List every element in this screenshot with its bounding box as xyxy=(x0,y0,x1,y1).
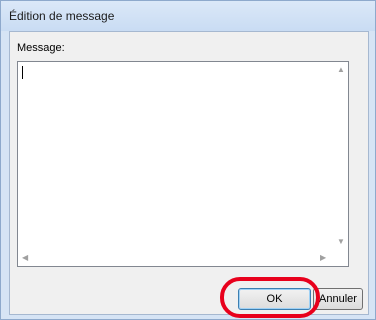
scrollbar-corner xyxy=(332,250,348,266)
scroll-left-icon[interactable]: ◀ xyxy=(22,254,28,262)
ok-button[interactable]: OK xyxy=(238,288,311,310)
title-bar[interactable]: Édition de message xyxy=(1,1,375,31)
text-caret xyxy=(22,66,23,79)
vertical-scrollbar[interactable]: ▲ ▼ xyxy=(332,62,348,250)
dialog-window: Édition de message Message: ▲ ▼ ◀ ▶ OK A… xyxy=(0,0,376,320)
message-label: Message: xyxy=(17,42,65,54)
message-textarea[interactable]: ▲ ▼ ◀ ▶ xyxy=(17,61,349,267)
cancel-button[interactable]: Annuler xyxy=(313,288,363,310)
scroll-down-icon[interactable]: ▼ xyxy=(337,238,345,246)
window-title: Édition de message xyxy=(9,9,115,23)
scroll-right-icon[interactable]: ▶ xyxy=(320,254,326,262)
scroll-up-icon[interactable]: ▲ xyxy=(337,66,345,74)
horizontal-scrollbar[interactable]: ◀ ▶ xyxy=(18,250,332,266)
